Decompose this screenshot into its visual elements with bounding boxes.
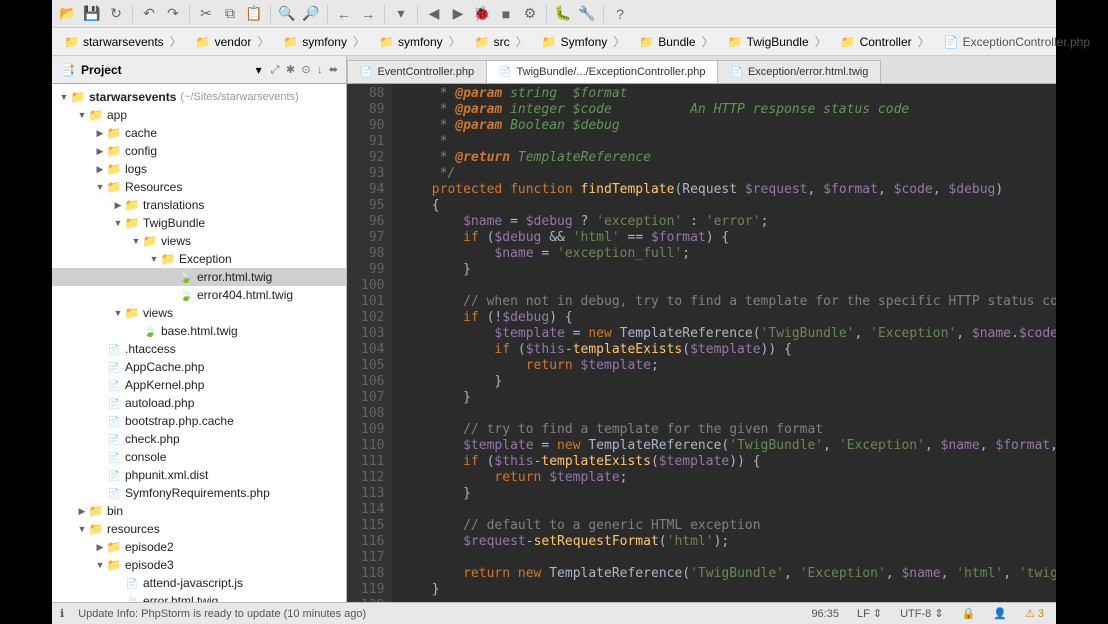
paste-button[interactable]: 📋 bbox=[244, 4, 264, 24]
tree-file[interactable]: 📄console bbox=[52, 448, 346, 466]
tree-folder[interactable]: ▼📁episode3 bbox=[52, 556, 346, 574]
tree-file[interactable]: 📄.htaccess bbox=[52, 340, 346, 358]
redo-button[interactable]: ↷ bbox=[163, 4, 183, 24]
back-button[interactable]: ← bbox=[334, 4, 354, 24]
tree-folder[interactable]: ▼📁resources bbox=[52, 520, 346, 538]
play-left-button[interactable]: ◀ bbox=[424, 4, 444, 24]
tree-folder[interactable]: ▶📁config bbox=[52, 142, 346, 160]
breadcrumb-item[interactable]: 📁 starwarsevents〉 bbox=[58, 31, 190, 52]
editor-tab[interactable]: 📄EventController.php bbox=[347, 60, 487, 83]
play-button[interactable]: ▶ bbox=[448, 4, 468, 24]
help-button[interactable]: ? bbox=[610, 4, 630, 24]
hide-icon[interactable]: ⬌ bbox=[329, 64, 338, 76]
tree-file[interactable]: 🍃error.html.twig bbox=[52, 592, 346, 602]
breadcrumb-item[interactable]: 📁 symfony〉 bbox=[277, 31, 373, 52]
copy-button[interactable]: ⧉ bbox=[220, 4, 240, 24]
status-bar: ℹ Update Info: PhpStorm is ready to upda… bbox=[52, 602, 1056, 624]
tree-file[interactable]: 📄attend-javascript.js bbox=[52, 574, 346, 592]
cut-button[interactable]: ✂ bbox=[196, 4, 216, 24]
tree-folder[interactable]: ▶📁logs bbox=[52, 160, 346, 178]
zoom-button[interactable]: 🔎 bbox=[301, 4, 321, 24]
info-icon: ℹ bbox=[60, 607, 64, 620]
project-panel-header: 📑 Project ▾ ⤢ ✱ ⊙ ↓ ⬌ bbox=[52, 56, 347, 83]
tree-file[interactable]: 📄bootstrap.php.cache bbox=[52, 412, 346, 430]
breadcrumb-item[interactable]: 📁 src〉 bbox=[469, 31, 536, 52]
breadcrumb-bar: 📁 starwarsevents〉📁 vendor〉📁 symfony〉📁 sy… bbox=[52, 28, 1056, 56]
status-message: Update Info: PhpStorm is ready to update… bbox=[74, 608, 370, 620]
tree-folder[interactable]: ▼📁TwigBundle bbox=[52, 214, 346, 232]
inspect-icon[interactable]: 👤 bbox=[989, 607, 1011, 620]
undo-button[interactable]: ↶ bbox=[139, 4, 159, 24]
tree-file[interactable]: 📄autoload.php bbox=[52, 394, 346, 412]
project-icon: 📑 bbox=[60, 63, 75, 77]
breadcrumb-item[interactable]: 📁 Controller〉 bbox=[835, 31, 938, 52]
tree-folder[interactable]: ▼📁views bbox=[52, 232, 346, 250]
breadcrumb-item[interactable]: 📁 Symfony〉 bbox=[536, 31, 634, 52]
bug-button[interactable]: 🐛 bbox=[553, 4, 573, 24]
settings-button[interactable]: 🔧 bbox=[577, 4, 597, 24]
editor-tab[interactable]: 📄TwigBundle/.../ExceptionController.php bbox=[486, 60, 718, 83]
code-editor[interactable]: 8889909192939495969798991001011021031041… bbox=[347, 84, 1056, 602]
line-separator[interactable]: LF ⇕ bbox=[853, 607, 886, 620]
tree-folder[interactable]: ▼📁Resources bbox=[52, 178, 346, 196]
stop-button[interactable]: ■ bbox=[496, 4, 516, 24]
encoding[interactable]: UTF-8 ⇕ bbox=[896, 607, 947, 620]
main-toolbar: 📂💾↻ ↶↷ ✂⧉📋 🔍🔎 ←→ ▾ ◀▶🐞■⚙ 🐛🔧? bbox=[52, 0, 1056, 28]
editor-tabs: 📄EventController.php📄TwigBundle/.../Exce… bbox=[347, 56, 1056, 83]
line-gutter: 8889909192939495969798991001011021031041… bbox=[347, 84, 392, 602]
breadcrumb-item[interactable]: 📁 TwigBundle〉 bbox=[722, 31, 835, 52]
collapse-icon[interactable]: ⤢ bbox=[271, 64, 280, 76]
refresh-button[interactable]: ↻ bbox=[106, 4, 126, 24]
cursor-position: 96:35 bbox=[807, 608, 843, 620]
tree-folder[interactable]: ▼📁starwarsevents(~/Sites/starwarsevents) bbox=[52, 88, 346, 106]
tree-folder[interactable]: ▼📁views bbox=[52, 304, 346, 322]
tree-file[interactable]: 🍃base.html.twig bbox=[52, 322, 346, 340]
project-tree[interactable]: ▼📁starwarsevents(~/Sites/starwarsevents)… bbox=[52, 84, 347, 602]
forward-button[interactable]: → bbox=[358, 4, 378, 24]
settings-icon[interactable]: ✱ bbox=[286, 64, 295, 76]
debug-button[interactable]: 🐞 bbox=[472, 4, 492, 24]
locate-icon[interactable]: ⊙ bbox=[301, 64, 310, 76]
play-gear-button[interactable]: ⚙ bbox=[520, 4, 540, 24]
gear-icon[interactable]: ↓ bbox=[317, 64, 323, 76]
breadcrumb-item[interactable]: 📄 ExceptionController.php bbox=[938, 33, 1096, 51]
tree-file[interactable]: 🍃error404.html.twig bbox=[52, 286, 346, 304]
tree-file[interactable]: 📄SymfonyRequirements.php bbox=[52, 484, 346, 502]
tree-folder[interactable]: ▼📁app bbox=[52, 106, 346, 124]
tree-folder[interactable]: ▼📁Exception bbox=[52, 250, 346, 268]
tree-file[interactable]: 📄phpunit.xml.dist bbox=[52, 466, 346, 484]
breadcrumb-item[interactable]: 📁 Bundle〉 bbox=[633, 31, 721, 52]
breadcrumb-item[interactable]: 📁 vendor〉 bbox=[190, 31, 278, 52]
warning-count[interactable]: ⚠ 3 bbox=[1021, 607, 1048, 620]
tree-file[interactable]: 📄AppKernel.php bbox=[52, 376, 346, 394]
tree-folder[interactable]: ▶📁bin bbox=[52, 502, 346, 520]
folder-open-button[interactable]: 📂 bbox=[58, 4, 78, 24]
tree-folder[interactable]: ▶📁episode2 bbox=[52, 538, 346, 556]
editor-tab[interactable]: 📄Exception/error.html.twig bbox=[717, 60, 881, 83]
tree-file[interactable]: 📄check.php bbox=[52, 430, 346, 448]
save-button[interactable]: 💾 bbox=[82, 4, 102, 24]
search-button[interactable]: 🔍 bbox=[277, 4, 297, 24]
dropdown-button[interactable]: ▾ bbox=[391, 4, 411, 24]
tree-folder[interactable]: ▶📁translations bbox=[52, 196, 346, 214]
tree-file[interactable]: 🍃error.html.twig bbox=[52, 268, 346, 286]
tree-file[interactable]: 📄AppCache.php bbox=[52, 358, 346, 376]
code-area[interactable]: * @param string $format * @param integer… bbox=[392, 84, 1056, 602]
lock-icon[interactable]: 🔒 bbox=[958, 607, 980, 620]
breadcrumb-item[interactable]: 📁 symfony〉 bbox=[373, 31, 469, 52]
tree-folder[interactable]: ▶📁cache bbox=[52, 124, 346, 142]
project-title: Project bbox=[81, 63, 250, 77]
